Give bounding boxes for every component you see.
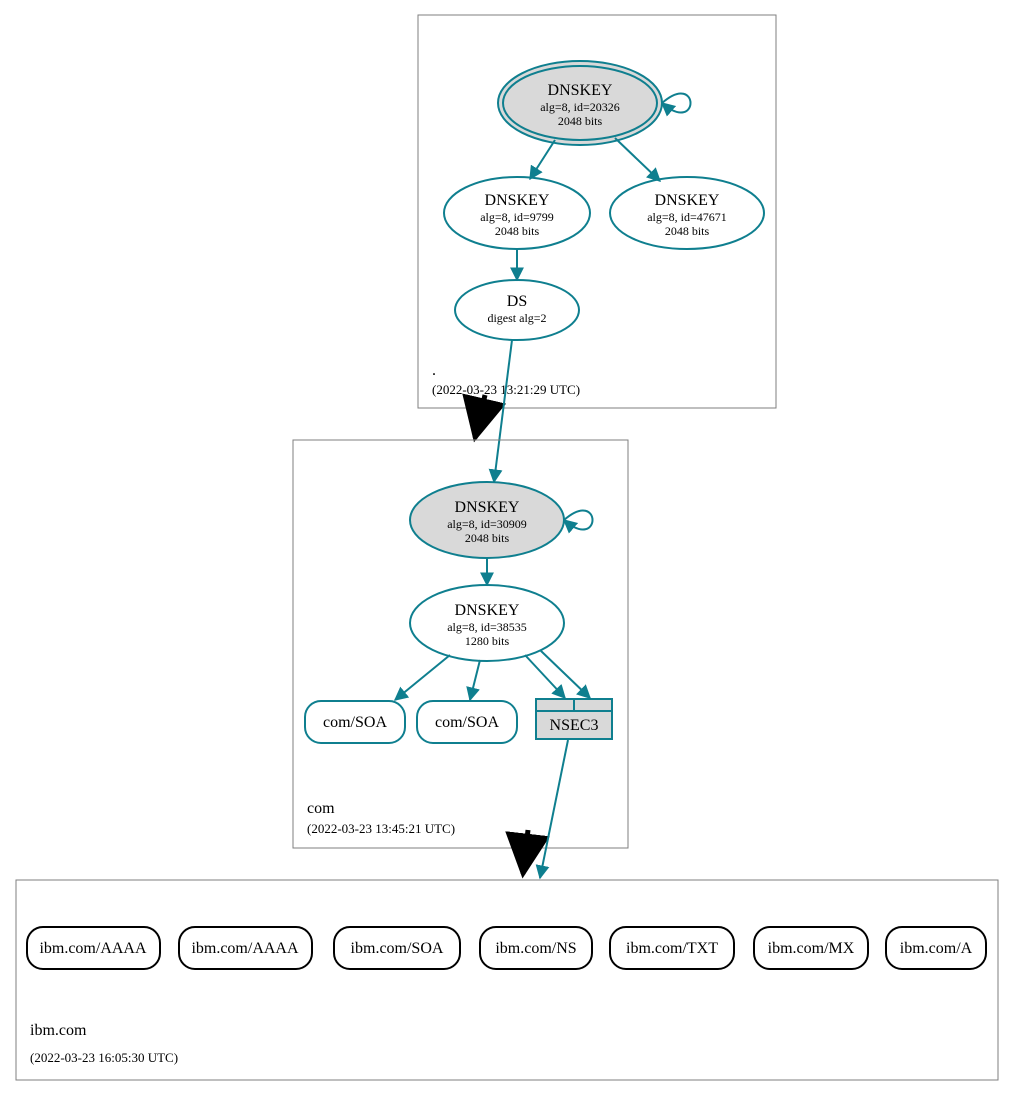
svg-text:2048 bits: 2048 bits <box>665 224 710 238</box>
node-ibm-ns: ibm.com/NS <box>480 927 592 969</box>
edge-com-ksk-self <box>564 510 593 529</box>
zone-com-timestamp: (2022-03-23 13:45:21 UTC) <box>307 821 455 836</box>
svg-text:DS: DS <box>507 293 527 310</box>
edge-ds-to-comksk <box>494 340 512 482</box>
node-ibm-a: ibm.com/A <box>886 927 986 969</box>
node-ibm-mx: ibm.com/MX <box>754 927 868 969</box>
node-root-ds: DS digest alg=2 <box>455 280 579 340</box>
svg-text:DNSKEY: DNSKEY <box>655 192 720 209</box>
node-com-soa1: com/SOA <box>305 701 405 743</box>
svg-text:ibm.com/AAAA: ibm.com/AAAA <box>191 940 299 957</box>
svg-text:ibm.com/A: ibm.com/A <box>900 940 973 957</box>
edge-comzsk-nsec3a <box>525 655 565 698</box>
zone-ibm-timestamp: (2022-03-23 16:05:30 UTC) <box>30 1050 178 1065</box>
svg-text:digest alg=2: digest alg=2 <box>487 311 546 325</box>
zone-ibm-label: ibm.com <box>30 1022 87 1039</box>
node-ibm-aaaa2: ibm.com/AAAA <box>179 927 312 969</box>
dnssec-diagram: . (2022-03-23 13:21:29 UTC) DNSKEY alg=8… <box>0 0 1015 1094</box>
svg-text:com/SOA: com/SOA <box>323 714 387 731</box>
svg-text:ibm.com/SOA: ibm.com/SOA <box>351 940 444 957</box>
svg-text:alg=8, id=9799: alg=8, id=9799 <box>480 210 554 224</box>
edge-comzsk-nsec3b <box>540 650 590 698</box>
svg-text:2048 bits: 2048 bits <box>558 114 603 128</box>
zone-root-label: . <box>432 362 436 379</box>
node-ibm-txt: ibm.com/TXT <box>610 927 734 969</box>
edge-comzsk-soa2 <box>470 660 480 700</box>
zone-ibm: ibm.com (2022-03-23 16:05:30 UTC) ibm.co… <box>16 880 998 1080</box>
svg-text:2048 bits: 2048 bits <box>495 224 540 238</box>
edge-root-ksk-self <box>662 93 691 112</box>
edge-com-to-ibm-zone <box>523 830 528 874</box>
edge-rootksk-zsk2 <box>615 138 660 181</box>
svg-text:NSEC3: NSEC3 <box>550 717 599 734</box>
zone-root: . (2022-03-23 13:21:29 UTC) DNSKEY alg=8… <box>418 15 776 408</box>
svg-text:ibm.com/TXT: ibm.com/TXT <box>626 940 718 957</box>
node-root-ksk: DNSKEY alg=8, id=20326 2048 bits <box>498 61 662 145</box>
svg-text:ibm.com/MX: ibm.com/MX <box>768 940 855 957</box>
svg-text:alg=8, id=38535: alg=8, id=38535 <box>447 620 527 634</box>
edge-rootksk-zsk1 <box>530 140 555 179</box>
zone-com-label: com <box>307 800 335 817</box>
zone-com: com (2022-03-23 13:45:21 UTC) DNSKEY alg… <box>293 440 628 848</box>
svg-text:ibm.com/AAAA: ibm.com/AAAA <box>39 940 147 957</box>
edge-comzsk-soa1 <box>395 655 450 700</box>
svg-text:DNSKEY: DNSKEY <box>485 192 550 209</box>
node-ibm-aaaa1: ibm.com/AAAA <box>27 927 160 969</box>
node-com-nsec3: NSEC3 <box>536 699 612 739</box>
edge-nsec3-to-ibm <box>540 740 568 878</box>
svg-text:alg=8, id=47671: alg=8, id=47671 <box>647 210 727 224</box>
svg-text:com/SOA: com/SOA <box>435 714 499 731</box>
svg-text:DNSKEY: DNSKEY <box>548 82 613 99</box>
node-com-ksk: DNSKEY alg=8, id=30909 2048 bits <box>410 482 564 558</box>
svg-text:alg=8, id=20326: alg=8, id=20326 <box>540 100 620 114</box>
svg-text:2048 bits: 2048 bits <box>465 531 510 545</box>
svg-text:1280 bits: 1280 bits <box>465 634 510 648</box>
node-root-zsk2: DNSKEY alg=8, id=47671 2048 bits <box>610 177 764 249</box>
node-ibm-soa: ibm.com/SOA <box>334 927 460 969</box>
edge-root-to-com-zone <box>475 395 485 438</box>
svg-text:ibm.com/NS: ibm.com/NS <box>495 940 576 957</box>
svg-text:DNSKEY: DNSKEY <box>455 602 520 619</box>
node-root-zsk1: DNSKEY alg=8, id=9799 2048 bits <box>444 177 590 249</box>
svg-text:alg=8, id=30909: alg=8, id=30909 <box>447 517 527 531</box>
svg-text:DNSKEY: DNSKEY <box>455 499 520 516</box>
node-com-soa2: com/SOA <box>417 701 517 743</box>
